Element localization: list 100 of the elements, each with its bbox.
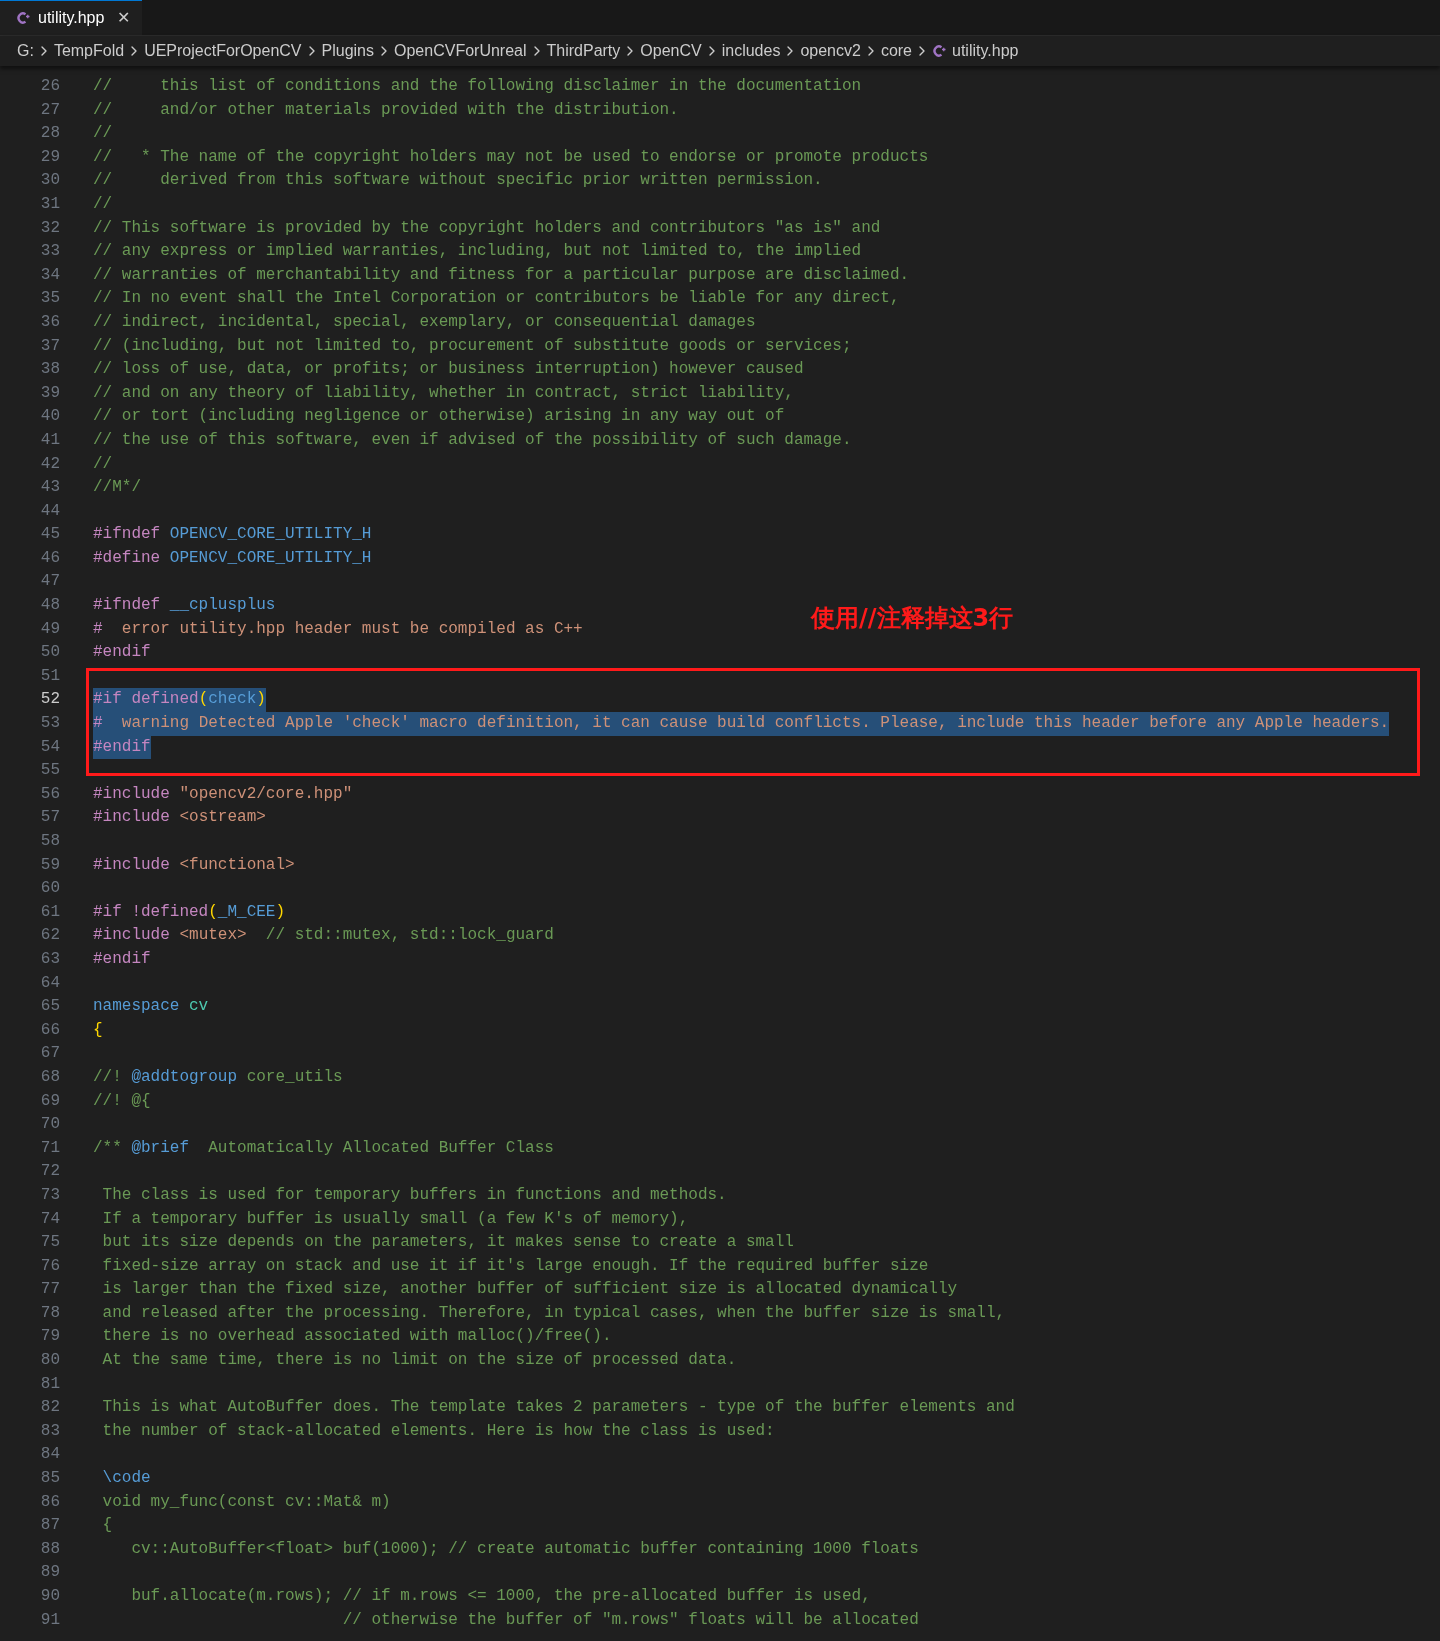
line-number: 70: [39, 1114, 60, 1136]
line-number: 66: [39, 1019, 60, 1041]
line-number: 43: [39, 477, 60, 499]
breadcrumb-item[interactable]: Plugins: [321, 39, 374, 63]
code-line: buf.allocate(m.rows); // if m.rows <= 1000, the pre-allocated buffer is used,: [130, 1586, 871, 1607]
line-number: 39: [39, 382, 60, 404]
code-line: is larger than the fixed size, another buffer of sufficient size is allocated dynamically: [101, 1279, 958, 1301]
cpp-file-icon: [16, 11, 30, 25]
line-number: 74: [39, 1208, 60, 1230]
line-number: 60: [39, 878, 60, 900]
breadcrumb-item[interactable]: ThirdParty: [546, 39, 621, 63]
code-line: //! @{: [93, 1090, 151, 1112]
line-number: 49: [39, 618, 60, 640]
line-number: 65: [39, 996, 60, 1018]
code-line: // warranties of merchantability and fitness for a particular purpose are disclaimed.: [93, 264, 910, 286]
line-number: 67: [39, 1043, 60, 1065]
breadcrumb-item[interactable]: core: [880, 39, 912, 63]
breadcrumb-item[interactable]: TempFold: [53, 39, 125, 63]
line-number: 85: [39, 1468, 60, 1490]
code-line: #endif: [93, 642, 151, 664]
line-number: 40: [39, 406, 60, 428]
code-line: there is no overhead associated with malloc()/free().: [101, 1326, 612, 1348]
tab-title: utility.hpp: [38, 8, 105, 28]
line-number: 82: [39, 1397, 60, 1419]
line-number: 59: [39, 854, 60, 876]
code-line: #define OPENCV_CORE_UTILITY_H: [93, 547, 372, 569]
code-line: // and on any theory of liability, whether in contract, strict liability,: [93, 382, 794, 404]
code-line: // This software is provided by the copyright holders and contributors "as is" and: [93, 217, 881, 239]
code-line: // this list of conditions and the following disclaimer in the documentation: [93, 76, 862, 97]
breadcrumb-item[interactable]: OpenCV: [640, 39, 702, 63]
line-number: 68: [39, 1066, 60, 1088]
code-line: #ifndef OPENCV_CORE_UTILITY_H: [93, 524, 372, 546]
code-line: void my_func(const cv::Mat& m): [101, 1491, 391, 1513]
code-line: and released after the processing. Therefore, in typical cases, when the buffer size is small,: [101, 1302, 1006, 1324]
line-number: 55: [39, 760, 60, 782]
code-line: #include "opencv2/core.hpp": [93, 783, 353, 805]
line-number: 27: [39, 99, 60, 121]
breadcrumb-item[interactable]: OpenCVForUnreal: [394, 39, 527, 63]
line-number: 31: [39, 193, 60, 215]
cpp-file-icon: [932, 44, 946, 58]
code-line: //: [93, 123, 113, 145]
code-line: but its size depends on the parameters, it makes sense to create a small: [101, 1232, 794, 1254]
code-line: // * The name of the copyright holders may not be used to endorse or promote products: [93, 146, 929, 168]
line-number: 91: [39, 1609, 60, 1631]
code-line: The class is used for temporary buffers in functions and methods.: [101, 1184, 727, 1206]
line-number: 77: [39, 1279, 60, 1301]
line-number: 41: [39, 429, 60, 451]
line-number: 29: [39, 146, 60, 168]
code-line: #if !defined(_M_CEE): [93, 901, 286, 923]
code-line: // derived from this software without specific prior written permission.: [93, 170, 823, 192]
line-number: 32: [39, 217, 60, 239]
code-line: //M*/: [93, 477, 141, 499]
line-number: 79: [39, 1326, 60, 1348]
line-number: 86: [39, 1491, 60, 1513]
breadcrumb-item[interactable]: includes: [721, 39, 781, 63]
code-line: # error utility.hpp header must be compiled as C++: [93, 618, 583, 640]
line-number: 34: [39, 264, 60, 286]
line-number: 62: [39, 925, 60, 947]
line-number: 69: [39, 1090, 60, 1112]
breadcrumb-item[interactable]: opencv2: [800, 39, 861, 63]
line-number: 57: [39, 807, 60, 829]
line-number: 51: [39, 665, 60, 687]
breadcrumb-item[interactable]: UEProjectForOpenCV: [144, 39, 302, 63]
line-number: 84: [39, 1444, 60, 1466]
breadcrumb-item[interactable]: utility.hpp: [952, 39, 1019, 63]
line-number: 90: [39, 1586, 60, 1607]
code-line: If a temporary buffer is usually small (a few K's of memory),: [101, 1208, 689, 1230]
code-line: This is what AutoBuffer does. The template takes 2 parameters - type of the buffer elements and: [101, 1397, 1015, 1419]
line-number: 52: [39, 689, 60, 711]
line-number: 80: [39, 1350, 60, 1372]
code-line: #include <mutex> // std::mutex, std::lock_guard: [93, 925, 554, 947]
code-line: {: [93, 1019, 103, 1041]
code-line: // indirect, incidental, special, exemplary, or consequential damages: [93, 311, 756, 333]
line-number: 81: [39, 1373, 60, 1395]
code-line: // the use of this software, even if advised of the possibility of such damage.: [93, 429, 852, 451]
code-line: /** @brief Automatically Allocated Buffer Class: [93, 1137, 554, 1159]
line-number: 63: [39, 948, 60, 970]
code-line: // any express or implied warranties, including, but not limited to, the implied: [93, 241, 862, 263]
code-line: cv::AutoBuffer<float> buf(1000); // create automatic buffer containing 1000 floats: [130, 1538, 919, 1560]
line-number: 56: [39, 783, 60, 805]
code-line: \code: [101, 1468, 151, 1490]
code-line: {: [101, 1515, 113, 1537]
line-number: 48: [39, 595, 60, 617]
line-number: 38: [39, 359, 60, 381]
line-number: 53: [39, 713, 60, 735]
line-number: 30: [39, 170, 60, 192]
code-line: //: [93, 453, 113, 475]
code-line: // (including, but not limited to, procurement of substitute goods or services;: [93, 335, 852, 357]
line-number: 87: [39, 1515, 60, 1537]
line-number: 35: [39, 288, 60, 310]
breadcrumb-item[interactable]: G:: [17, 39, 34, 63]
line-number: 50: [39, 642, 60, 664]
line-number: 72: [39, 1161, 60, 1183]
line-number: 45: [39, 524, 60, 546]
line-number: 28: [39, 123, 60, 145]
line-number: 36: [39, 311, 60, 333]
line-number: 61: [39, 901, 60, 923]
editor-tab[interactable]: utility.hpp ✕: [0, 0, 142, 35]
code-line: #include <functional>: [93, 854, 295, 876]
close-button[interactable]: ✕: [117, 10, 130, 26]
